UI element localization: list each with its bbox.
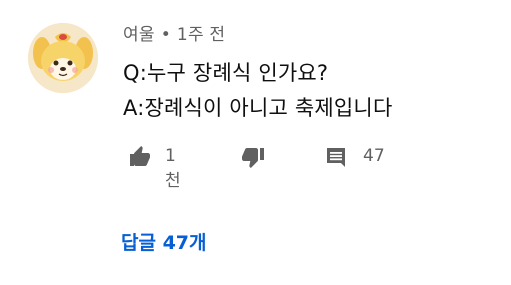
comment-icon <box>327 148 345 167</box>
meta-separator: • <box>160 25 171 45</box>
like-count: 1천 <box>165 146 181 191</box>
comment-meta: 여울 • 1주 전 <box>123 20 225 45</box>
reply-count: 47 <box>363 146 385 166</box>
comment-time[interactable]: 1주 전 <box>177 25 225 45</box>
thumb-up-icon <box>130 146 150 166</box>
avatar[interactable] <box>28 23 98 93</box>
thumb-down-icon <box>242 148 264 168</box>
author-name[interactable]: 여울 <box>123 25 155 45</box>
comment-answer-line: A:장례식이 아니고 축제입니다 <box>123 96 393 120</box>
reply-button[interactable] <box>324 140 348 174</box>
view-replies-link[interactable]: 답글 47개 <box>121 228 207 255</box>
character-avatar-icon <box>28 23 98 93</box>
like-button[interactable] <box>127 140 153 174</box>
dislike-button[interactable] <box>240 140 266 174</box>
comment-question-line: Q:누구 장례식 인가요? <box>123 61 329 85</box>
